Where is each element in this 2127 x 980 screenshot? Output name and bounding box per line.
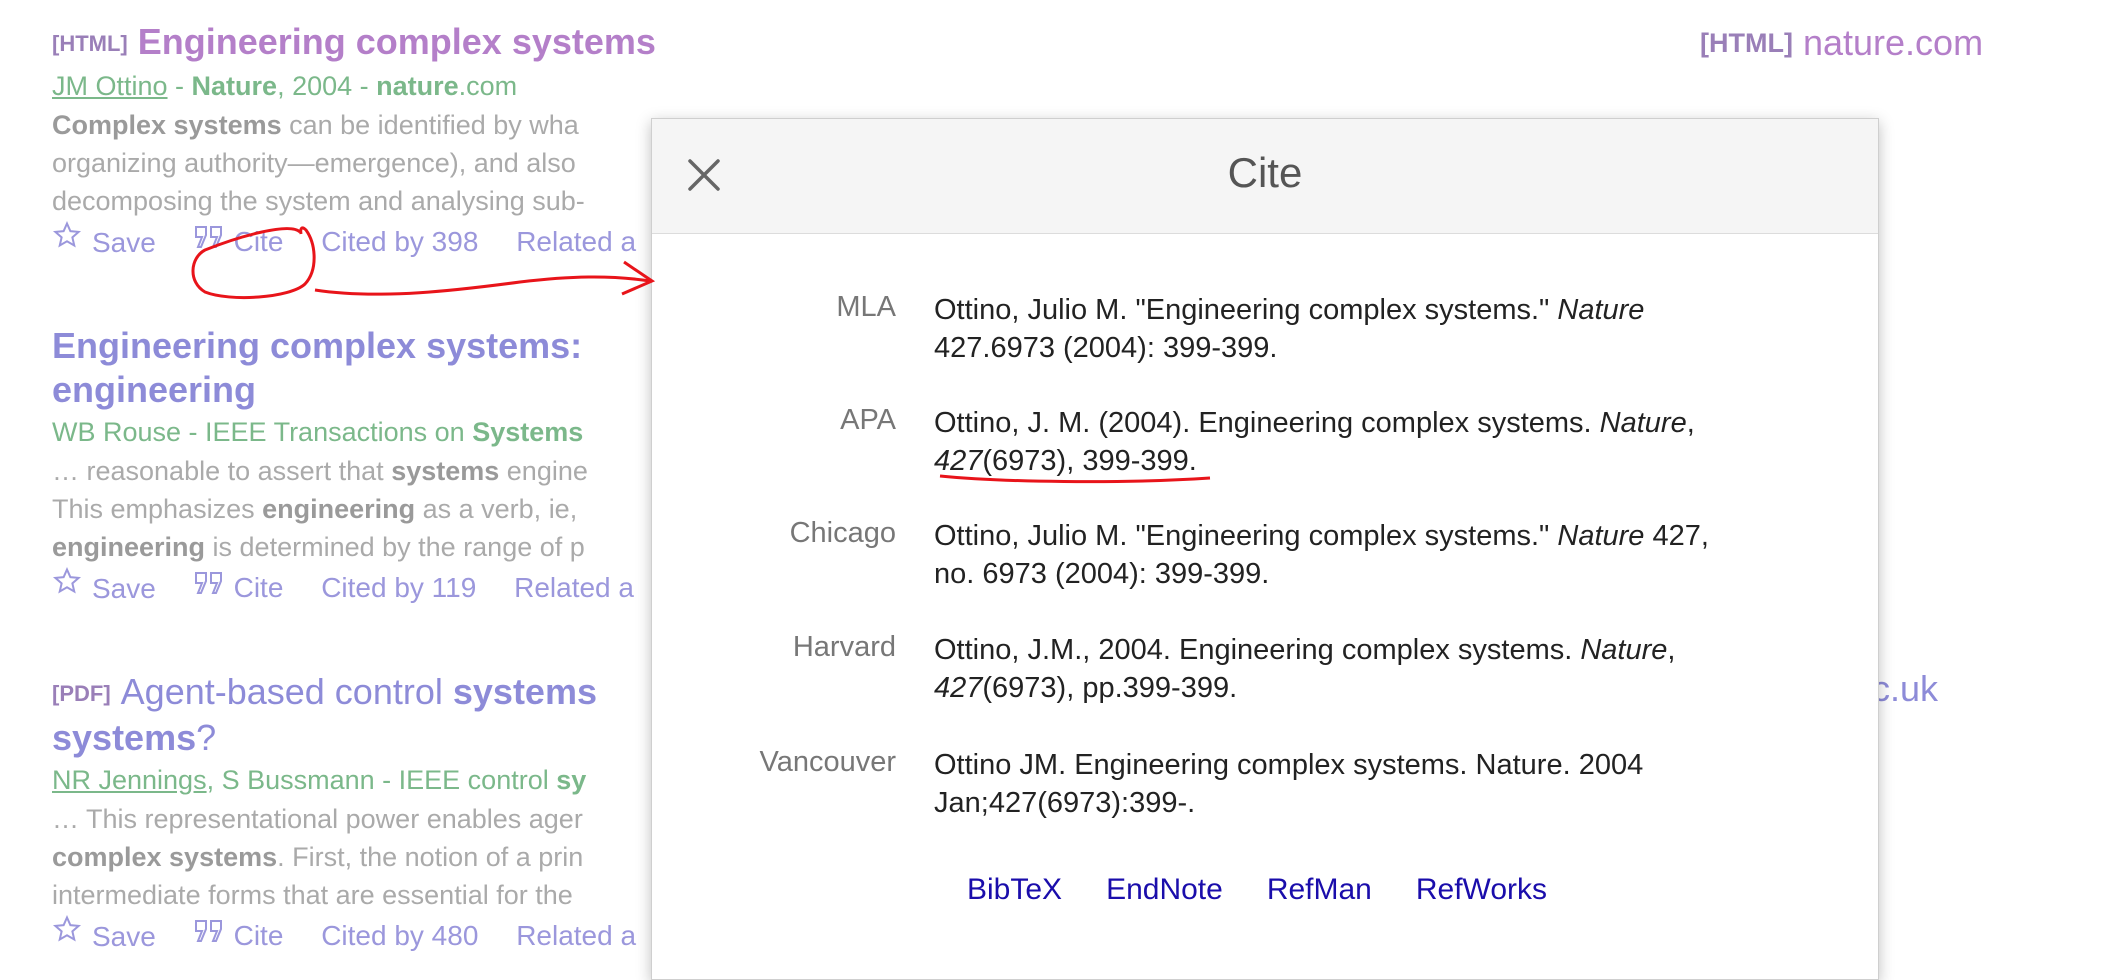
star-icon: [52, 221, 82, 248]
snippet-text: … reasonable to assert that: [52, 456, 392, 486]
cite-button[interactable]: Cite: [194, 567, 284, 609]
meta-domain: nature: [376, 71, 459, 101]
result-title-link[interactable]: Engineering complex systems: [138, 21, 656, 62]
star-icon: [52, 915, 82, 942]
dialog-title: Cite: [1227, 149, 1303, 196]
result-title[interactable]: [HTML] Engineering complex systems: [52, 20, 1952, 66]
title-text[interactable]: Agent-based control: [121, 671, 453, 712]
quote-icon: [194, 225, 222, 248]
format-tag: [PDF]: [52, 681, 111, 706]
cite-button[interactable]: Cite: [194, 221, 284, 263]
star-icon: [52, 567, 82, 594]
side-format-tag: [HTML]: [1700, 28, 1793, 58]
meta-domain-rest: .com: [458, 71, 518, 101]
citation-style-label: Vancouver: [759, 746, 897, 778]
citation-style-label: Harvard: [792, 631, 896, 663]
title-bold[interactable]: systems: [453, 671, 597, 712]
meta-year: , 2004 -: [277, 71, 377, 101]
citation-text[interactable]: Ottino, J. M. (2004). Engineering comple…: [934, 404, 1794, 480]
cited-by-link[interactable]: Cited by 119: [321, 568, 476, 608]
citation-text[interactable]: Ottino, Julio M. "Engineering complex sy…: [934, 291, 1794, 367]
cite-dialog: Cite MLA Ottino, Julio M. "Engineering c…: [651, 118, 1879, 980]
meta-text: WB Rouse - IEEE Transactions on: [52, 417, 473, 447]
meta-journal: Nature: [191, 71, 278, 101]
related-link[interactable]: Related a: [516, 916, 636, 956]
refworks-link[interactable]: RefWorks: [1416, 873, 1547, 906]
bibtex-link[interactable]: BibTeX: [967, 873, 1062, 906]
endnote-link[interactable]: EndNote: [1106, 873, 1223, 906]
quote-icon: [194, 919, 222, 942]
save-label: Save: [92, 572, 156, 604]
cite-label: Cite: [233, 572, 284, 604]
refman-link[interactable]: RefMan: [1267, 873, 1372, 906]
side-link[interactable]: [HTML] nature.com: [1700, 22, 1983, 64]
title-text[interactable]: ?: [196, 717, 216, 758]
snippet-text: is determined by the range of p: [205, 532, 585, 562]
snippet-text: can be identified by wha: [281, 110, 579, 140]
dialog-header: Cite: [652, 119, 1878, 234]
export-links: BibTeX EndNote RefMan RefWorks: [967, 873, 1591, 907]
format-tag: [HTML]: [52, 31, 128, 56]
snippet-text: . First, the notion of a prin: [277, 842, 584, 872]
meta-text: , S Bussmann - IEEE control: [206, 765, 557, 795]
related-link[interactable]: Related a: [516, 222, 636, 262]
snippet-bold: engineering: [262, 494, 416, 524]
snippet-bold: systems: [391, 456, 500, 486]
snippet-text: engine: [499, 456, 588, 486]
citation-style-label: Chicago: [789, 517, 896, 549]
title-bold[interactable]: systems: [52, 717, 196, 758]
citation-text[interactable]: Ottino, Julio M. "Engineering complex sy…: [934, 517, 1794, 593]
related-link[interactable]: Related a: [514, 568, 634, 608]
side-domain[interactable]: nature.com: [1803, 22, 1983, 63]
citation-text[interactable]: Ottino, J.M., 2004. Engineering complex …: [934, 631, 1794, 707]
author-link[interactable]: JM Ottino: [52, 71, 168, 101]
meta-sep: -: [167, 71, 192, 101]
save-button[interactable]: Save: [52, 220, 156, 263]
meta-bold: Systems: [472, 417, 584, 447]
snippet-bold: engineering: [52, 532, 206, 562]
cite-button[interactable]: Cite: [194, 915, 284, 957]
cite-label: Cite: [233, 920, 284, 952]
meta-bold: sy: [556, 765, 587, 795]
citation-style-label: APA: [840, 404, 896, 436]
cited-by-link[interactable]: Cited by 480: [321, 916, 478, 956]
cite-label: Cite: [233, 226, 284, 258]
citation-text[interactable]: Ottino JM. Engineering complex systems. …: [934, 746, 1794, 822]
citation-style-label: MLA: [836, 291, 896, 323]
quote-icon: [194, 571, 222, 594]
cited-by-link[interactable]: Cited by 398: [321, 222, 478, 262]
author-link[interactable]: NR Jennings: [52, 765, 207, 795]
save-button[interactable]: Save: [52, 566, 156, 609]
save-label: Save: [92, 226, 156, 258]
save-label: Save: [92, 920, 156, 952]
snippet-bold: Complex systems: [52, 110, 282, 140]
save-button[interactable]: Save: [52, 914, 156, 957]
result-meta: JM Ottino - Nature, 2004 - nature.com: [52, 66, 1952, 106]
snippet-bold: complex systems: [52, 842, 278, 872]
snippet-text: This emphasizes: [52, 494, 263, 524]
snippet-text: as a verb, ie,: [415, 494, 578, 524]
